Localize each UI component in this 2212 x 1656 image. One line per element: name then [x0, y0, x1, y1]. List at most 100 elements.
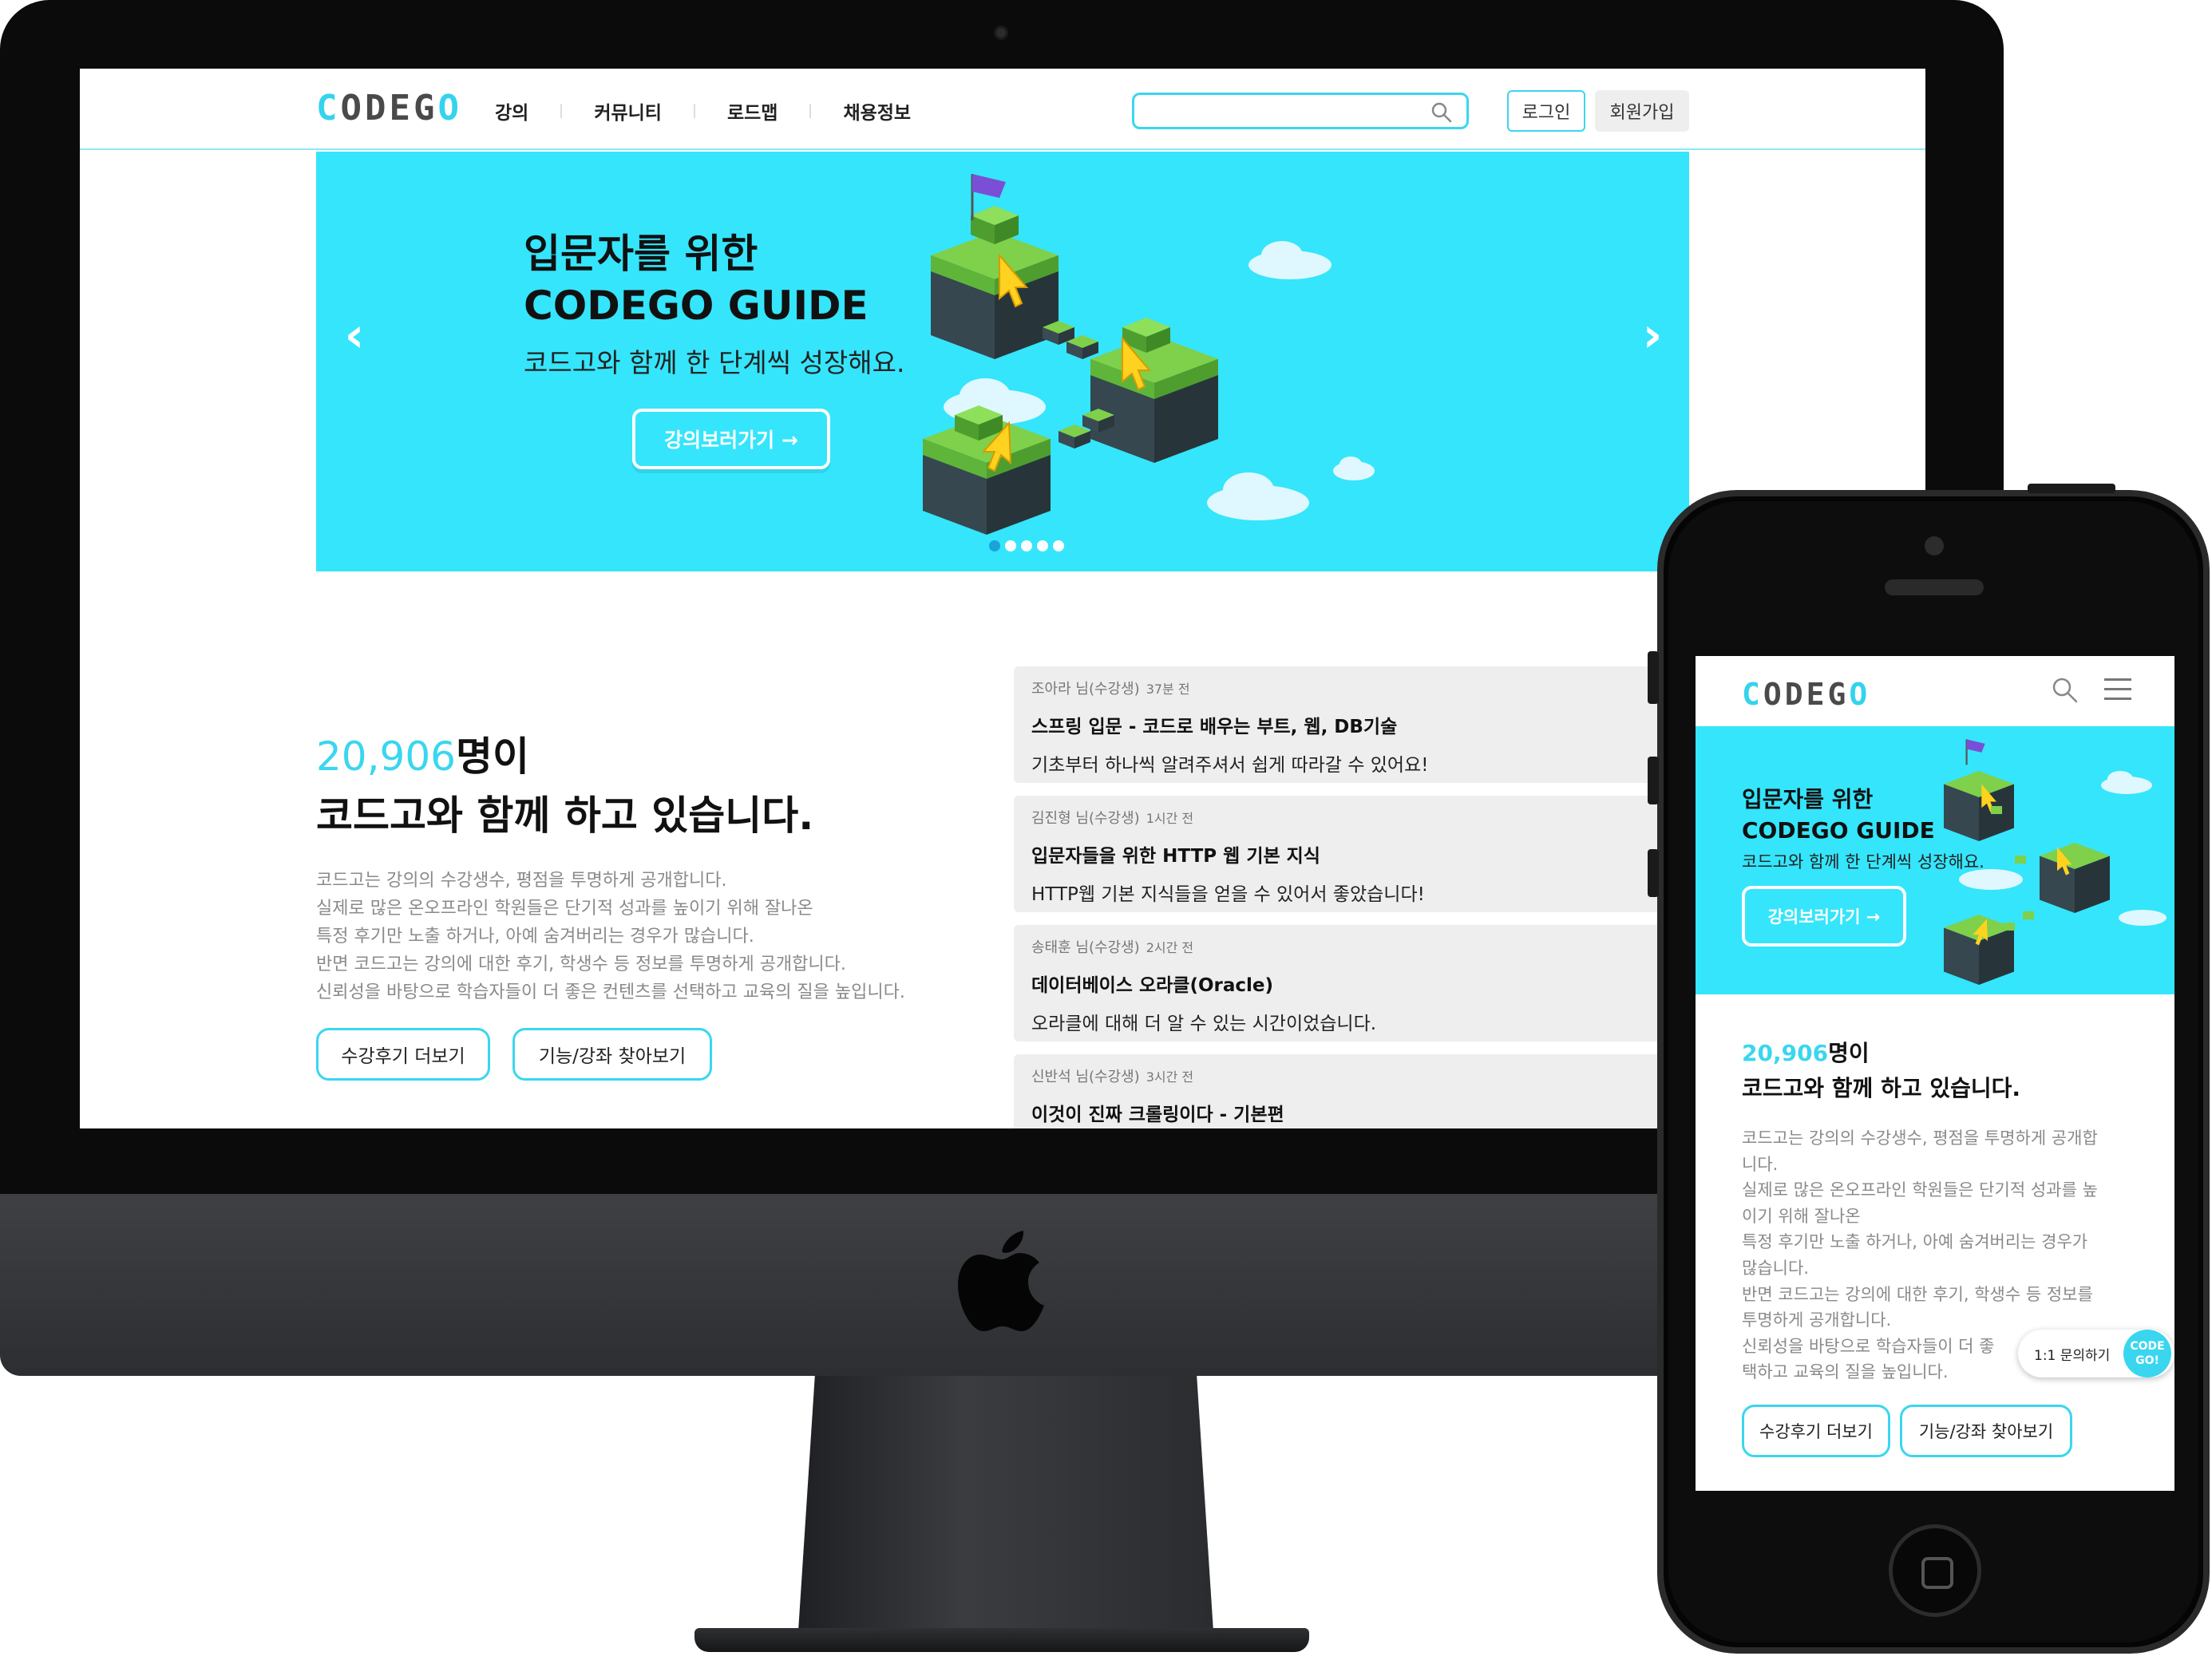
hero-cta-button[interactable]: 강의보러가기 → [632, 409, 830, 469]
review-body: HTTP웹 기본 지식들을 얻을 수 있어서 좋았습니다! [1031, 884, 1425, 905]
description-line: 코드고는 강의의 수강생수, 평점을 투명하게 공개합 [1742, 1128, 2098, 1148]
carousel-dots [989, 540, 1064, 551]
find-features-button[interactable]: 기능/강좌 찾아보기 [1900, 1405, 2072, 1457]
chat-badge-line: CODE [2130, 1340, 2165, 1353]
review-author: 신반석 님(수강생) [1031, 1069, 1140, 1085]
review-body: 오라클에 대해 더 알 수 있는 시간이었습니다. [1031, 1014, 1377, 1034]
home-square-icon [1921, 1557, 1953, 1589]
description-line: 신뢰성을 바탕으로 학습자들이 더 좋은 컨텐츠를 선택하고 교육의 질을 높입… [316, 982, 905, 1002]
phone-home-button[interactable] [1889, 1524, 1981, 1617]
phone-volume-button [1648, 651, 1659, 704]
hero-banner: 입문자를 위한 CODEGO GUIDE 코드고와 함께 한 단계씩 성장해요.… [316, 152, 1689, 571]
carousel-dot[interactable] [1021, 540, 1032, 551]
codego-logo[interactable]: CODEGO [316, 88, 462, 128]
student-count-heading: 20,906명이 [1742, 1036, 1870, 1068]
phone-power-button [2028, 484, 2115, 493]
review-course-title: 이것이 진짜 크롤링이다 - 기본편 [1031, 1105, 1284, 1125]
desktop-screen: CODEGO 강의 커뮤니티 로드맵 채용정보 로그인 회원가입 입문자를 위한… [80, 69, 1925, 1128]
imac-stand-foot [694, 1628, 1309, 1652]
student-count: 20,906 [316, 733, 456, 780]
carousel-dot[interactable] [989, 540, 1000, 551]
stats-headline: 코드고와 함께 하고 있습니다. [1742, 1075, 2021, 1101]
review-course-title: 입문자들을 위한 HTTP 웹 기본 지식 [1031, 846, 1320, 867]
imac-camera [994, 26, 1008, 40]
stats-description: 코드고는 강의의 수강생수, 평점을 투명하게 공개합니다. 실제로 많은 온오… [316, 867, 1003, 1006]
description-line: 이기 위해 잘나온 [1742, 1206, 1861, 1226]
review-card[interactable]: 송태훈 님(수강생) 2시간 전 데이터베이스 오라클(Oracle) 오라클에 … [1014, 925, 1668, 1041]
description-line: 실제로 많은 온오프라인 학원들은 단기적 성과를 높 [1742, 1180, 2098, 1200]
carousel-dot[interactable] [1005, 540, 1016, 551]
description-line: 많습니다. [1742, 1258, 1809, 1278]
carousel-dot[interactable] [1053, 540, 1064, 551]
student-count-suffix: 명이 [455, 733, 529, 780]
hero-subtitle: 코드고와 함께 한 단계씩 성장해요. [524, 347, 905, 378]
hero-title-line2: CODEGO GUIDE [524, 283, 869, 329]
nav-item-community[interactable]: 커뮤니티 [594, 97, 662, 124]
carousel-dot[interactable] [1037, 540, 1048, 551]
signup-button[interactable]: 회원가입 [1595, 90, 1689, 132]
review-meta: 김진형 님(수강생) 1시간 전 [1031, 807, 1193, 828]
review-card[interactable]: 김진형 님(수강생) 1시간 전 입문자들을 위한 HTTP 웹 기본 지식 HT… [1014, 796, 1668, 912]
reviews-more-button[interactable]: 수강후기 더보기 [1742, 1405, 1890, 1457]
review-time: 1시간 전 [1146, 811, 1194, 826]
review-meta: 송태훈 님(수강생) 2시간 전 [1031, 936, 1193, 957]
chat-inquiry-button[interactable]: 1:1 문의하기 CODE GO! [2018, 1330, 2174, 1377]
review-time: 37분 전 [1146, 682, 1190, 697]
phone-camera [1925, 536, 1944, 555]
reviews-more-button[interactable]: 수강후기 더보기 [316, 1028, 490, 1081]
chat-inquiry-label: 1:1 문의하기 [2034, 1348, 2111, 1364]
review-meta: 조아라 님(수강생) 37분 전 [1031, 678, 1190, 698]
phone-volume-button [1648, 757, 1659, 804]
hero-title-line2: CODEGO GUIDE [1742, 817, 1935, 844]
carousel-next-icon[interactable]: › [1636, 307, 1668, 363]
review-author: 김진형 님(수강생) [1031, 810, 1140, 827]
codego-chat-badge[interactable]: CODE GO! [2123, 1330, 2171, 1377]
chat-badge-line: GO! [2135, 1354, 2159, 1367]
description-line: 코드고는 강의의 수강생수, 평점을 투명하게 공개합니다. [316, 871, 727, 891]
nav-item-jobs[interactable]: 채용정보 [843, 97, 911, 124]
search-input[interactable] [1132, 93, 1469, 129]
nav-divider [693, 104, 695, 118]
carousel-prev-icon[interactable]: ‹ [338, 307, 370, 363]
student-count: 20,906 [1742, 1040, 1829, 1066]
description-line: 특정 후기만 노출 하거나, 아예 숨겨버리는 경우가 많습니다. [316, 927, 754, 947]
hero-title-line1: 입문자를 위한 [524, 231, 758, 277]
nav-divider [560, 104, 563, 118]
search-icon[interactable] [1431, 102, 1452, 123]
hero-subtitle: 코드고와 함께 한 단계씩 성장해요. [1742, 852, 1984, 871]
review-author: 송태훈 님(수강생) [1031, 939, 1140, 956]
review-meta: 신반석 님(수강생) 3시간 전 [1031, 1065, 1193, 1086]
review-course-title: 스프링 입문 - 코드로 배우는 부트, 웹, DB기술 [1031, 717, 1398, 737]
main-nav: 강의 커뮤니티 로드맵 채용정보 [495, 97, 911, 124]
phone-speaker [1885, 579, 1984, 595]
review-course-title: 데이터베이스 오라클(Oracle) [1031, 975, 1274, 996]
mobile-screen: CODEGO 입문자를 위한 CODEGO GUIDE 코드고와 함께 한 단계… [1696, 656, 2174, 1491]
phone-volume-button [1648, 849, 1659, 897]
nav-divider [809, 104, 812, 118]
hero-title-line1: 입문자를 위한 [1742, 786, 1874, 812]
review-card[interactable]: 신반석 님(수강생) 3시간 전 이것이 진짜 크롤링이다 - 기본편 [1014, 1054, 1668, 1128]
hamburger-menu-icon[interactable] [2104, 678, 2131, 701]
nav-item-lectures[interactable]: 강의 [495, 97, 528, 124]
review-author: 조아라 님(수강생) [1031, 681, 1140, 698]
codego-logo[interactable]: CODEGO [1742, 677, 1870, 712]
description-line: 반면 코드고는 강의에 대한 후기, 학생수 등 정보를 투명하게 공개합니다. [316, 954, 846, 974]
imac-stand [798, 1376, 1213, 1631]
hero-cta-button[interactable]: 강의보러가기 → [1742, 886, 1906, 947]
review-time: 2시간 전 [1146, 940, 1194, 955]
mobile-header: CODEGO [1696, 656, 2174, 726]
nav-item-roadmap[interactable]: 로드맵 [727, 97, 778, 124]
stats-headline: 코드고와 함께 하고 있습니다. [316, 792, 814, 839]
review-time: 3시간 전 [1146, 1069, 1194, 1085]
login-button[interactable]: 로그인 [1507, 90, 1585, 132]
floating-islands-illustration [923, 174, 1375, 535]
description-line: 실제로 많은 온오프라인 학원들은 단기적 성과를 높이기 위해 잘나온 [316, 899, 813, 919]
hero-banner: 입문자를 위한 CODEGO GUIDE 코드고와 함께 한 단계씩 성장해요.… [1696, 726, 2174, 994]
review-body: 기초부터 하나씩 알려주셔서 쉽게 따라갈 수 있어요! [1031, 755, 1429, 776]
desktop-header: CODEGO 강의 커뮤니티 로드맵 채용정보 로그인 회원가입 [80, 69, 1925, 150]
description-line: 특정 후기만 노출 하거나, 아예 숨겨버리는 경우가 [1742, 1232, 2088, 1252]
description-line: 니다. [1742, 1154, 1779, 1174]
search-icon[interactable] [2052, 677, 2079, 704]
review-card[interactable]: 조아라 님(수강생) 37분 전 스프링 입문 - 코드로 배우는 부트, 웹, … [1014, 666, 1668, 783]
find-features-button[interactable]: 기능/강좌 찾아보기 [512, 1028, 712, 1081]
